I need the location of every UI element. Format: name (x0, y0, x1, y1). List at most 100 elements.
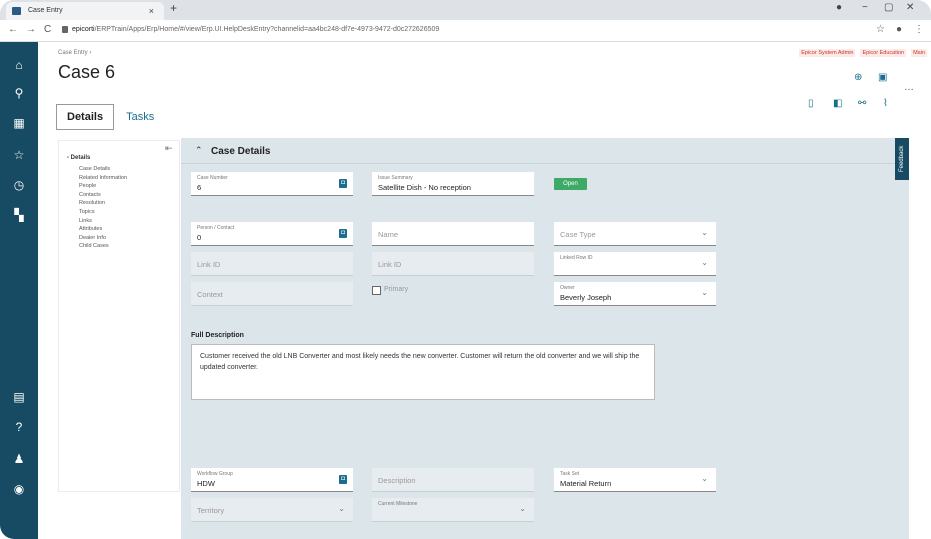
owner-value: Beverly Joseph (560, 293, 612, 302)
chevron-down-icon[interactable]: ⌄ (701, 228, 708, 237)
case-number-label: Case Number (197, 175, 228, 181)
workflow-group-value: HDW (197, 479, 215, 488)
person-contact-field[interactable]: Person / Contact 0 ◘ (191, 222, 353, 246)
tab-close-icon[interactable]: × (149, 2, 154, 20)
tree-item-contacts[interactable]: Contacts (79, 191, 127, 200)
attach-icon[interactable]: ⚯ (858, 98, 866, 109)
main-content: Case Entry › Case 6 Epicor System Admin … (38, 42, 931, 539)
document-icon[interactable]: ▯ (808, 98, 814, 109)
tree-item-case-details[interactable]: Case Details (79, 165, 127, 174)
history-icon[interactable]: ◷ (0, 178, 38, 192)
tree-items: Case Details Related Information People … (79, 165, 127, 251)
maximize-icon[interactable]: ▢ (884, 2, 893, 13)
user-icon[interactable]: ◉ (0, 482, 38, 496)
tab-strip: Details Tasks (56, 104, 166, 130)
browser-menu-icon[interactable]: ⋮ (914, 24, 924, 35)
tree-item-links[interactable]: Links (79, 217, 127, 226)
apps-icon[interactable]: ▦ (0, 116, 38, 130)
star-icon[interactable]: ☆ (0, 148, 38, 162)
link-system-admin[interactable]: Epicor System Admin (799, 49, 856, 57)
task-set-value: Material Return (560, 479, 612, 488)
add-new-icon[interactable]: ⊕ (854, 72, 862, 83)
favicon-icon (12, 7, 21, 15)
panel-title: Case Details (211, 146, 271, 157)
chevron-down-icon: ⌄ (338, 504, 345, 513)
status-badge: Open (554, 178, 587, 190)
link-id-placeholder: Link ID (197, 260, 221, 269)
browser-tab[interactable]: Case Entry × (6, 2, 164, 20)
breadcrumb[interactable]: Case Entry › (58, 50, 91, 56)
back-icon[interactable]: ← (8, 24, 18, 35)
reload-icon[interactable]: C (44, 24, 51, 35)
more-icon[interactable]: … (904, 82, 914, 93)
feedback-tab[interactable]: Feedback (895, 138, 909, 180)
chevron-down-icon: ⌄ (519, 504, 526, 513)
tab-tasks[interactable]: Tasks (114, 105, 166, 129)
primary-label: Primary (384, 286, 409, 293)
help-icon[interactable]: ? (0, 420, 38, 434)
new-tab-icon[interactable]: + (170, 1, 177, 15)
person-contact-value: 0 (197, 233, 202, 242)
lookup-icon[interactable]: ◘ (339, 475, 347, 484)
workflow-group-field[interactable]: Workflow Group HDW ◘ (191, 468, 353, 492)
collapse-tree-icon[interactable]: ⇤ (165, 143, 173, 154)
lookup-icon[interactable]: ◘ (339, 229, 347, 238)
description-placeholder: Description (378, 476, 416, 485)
record-icon[interactable]: ● (836, 2, 842, 13)
url-host: epicorti (72, 26, 95, 33)
forward-icon[interactable]: → (26, 24, 36, 35)
paperclip-icon[interactable]: ⌇ (883, 98, 888, 109)
url-field[interactable]: epicorti/ERPTrain/Apps/Erp/Home/#/view/E… (72, 26, 439, 33)
case-type-placeholder: Case Type (560, 230, 596, 239)
chevron-down-icon[interactable]: ⌄ (701, 288, 708, 297)
workflow-group-label: Workflow Group (197, 471, 233, 477)
link-education[interactable]: Epicor Education (860, 49, 907, 57)
linked-row-id-label: Linked Row ID (560, 255, 593, 261)
tree-root-details[interactable]: - Details (67, 155, 90, 161)
case-details-panel: ⌃ Case Details Feedback Case Number 6 ◘ … (181, 138, 909, 539)
tree-item-topics[interactable]: Topics (79, 208, 127, 217)
territory-placeholder: Territory (197, 506, 225, 515)
current-milestone-label: Current Milestone (378, 501, 418, 507)
dashboard-icon[interactable]: ▚ (0, 208, 38, 222)
chevron-down-icon[interactable]: ⌄ (701, 258, 708, 267)
chevron-up-icon[interactable]: ⌃ (195, 145, 203, 156)
full-description-textarea[interactable]: Customer received the old LNB Converter … (191, 344, 655, 400)
notifications-icon[interactable]: ♟ (0, 452, 38, 466)
home-icon[interactable]: ⌂ (0, 58, 38, 72)
link-main[interactable]: Main (911, 49, 927, 57)
app-window: Case Entry × + ● − ▢ ✕ ← → C epicorti/ER… (0, 0, 931, 539)
tree-item-resolution[interactable]: Resolution (79, 199, 127, 208)
person-contact-label: Person / Contact (197, 225, 235, 231)
name-field[interactable]: Name (372, 222, 534, 246)
task-set-select[interactable]: Task Set Material Return ⌄ (554, 468, 716, 492)
lookup-icon[interactable]: ◘ (339, 179, 347, 188)
issue-summary-value: Satellite Dish - No reception (378, 183, 471, 192)
panel-header[interactable]: ⌃ Case Details (181, 138, 909, 164)
chevron-down-icon[interactable]: ⌄ (701, 474, 708, 483)
search-icon[interactable]: ⚲ (0, 86, 38, 100)
chat-icon[interactable]: ▤ (0, 390, 38, 404)
tree-item-attributes[interactable]: Attributes (79, 225, 127, 234)
case-type-select[interactable]: Case Type ⌄ (554, 222, 716, 246)
primary-checkbox[interactable] (372, 286, 381, 295)
tree-item-dealer-info[interactable]: Dealer Info (79, 234, 127, 243)
panel-icon[interactable]: ◧ (833, 98, 842, 109)
name-placeholder: Name (378, 230, 399, 239)
bookmark-star-icon[interactable]: ☆ (876, 24, 885, 35)
profile-icon[interactable]: ● (896, 24, 902, 35)
close-window-icon[interactable]: ✕ (906, 2, 914, 13)
tab-details[interactable]: Details (56, 104, 115, 130)
case-number-field[interactable]: Case Number 6 ◘ (191, 172, 353, 196)
link-id-field: Link ID (191, 252, 353, 276)
linked-row-id-select[interactable]: Linked Row ID ⌄ (554, 252, 716, 276)
issue-summary-field[interactable]: Issue Summary Satellite Dish - No recept… (372, 172, 534, 196)
minimize-icon[interactable]: − (862, 2, 868, 13)
save-icon[interactable]: ▣ (878, 72, 887, 83)
navigation-tree: ⇤ - Details Case Details Related Informa… (58, 140, 180, 492)
tree-item-related-information[interactable]: Related Information (79, 174, 127, 183)
tree-item-child-cases[interactable]: Child Cases (79, 242, 127, 251)
owner-select[interactable]: Owner Beverly Joseph ⌄ (554, 282, 716, 306)
description-field: Description (372, 468, 534, 492)
tree-item-people[interactable]: People (79, 182, 127, 191)
